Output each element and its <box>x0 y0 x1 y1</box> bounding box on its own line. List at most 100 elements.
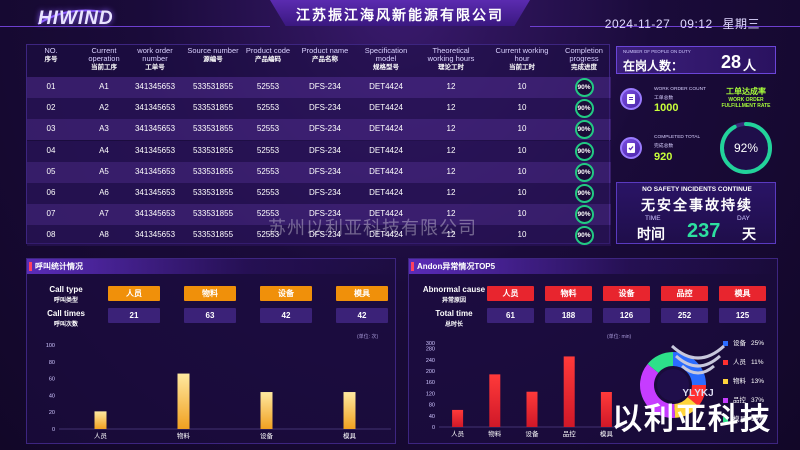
progress-badge: 90% <box>574 78 594 97</box>
table-row[interactable]: 03 A3 341345653 533531855 52553 DFS-234 DET442… <box>27 119 611 141</box>
progress-badge: 90% <box>574 205 594 225</box>
column-header-en: work order number <box>137 46 173 63</box>
table-cell: 04 <box>46 145 56 155</box>
call-type-en: Call type <box>49 285 83 294</box>
table-cell: 52553 <box>256 124 280 134</box>
x-tick-label: 设备 <box>526 429 540 438</box>
progress-badge: 90% <box>574 226 594 246</box>
x-tick-label: 人员 <box>94 432 108 440</box>
column-header-en: Product code <box>245 46 291 55</box>
table-cell: A2 <box>99 103 109 113</box>
bar <box>94 411 107 429</box>
bar <box>177 373 190 429</box>
count-box: 188 <box>545 308 592 323</box>
call-times-zh: 呼叫次数 <box>53 322 78 328</box>
column-header-zh: 完成进度 <box>571 64 597 71</box>
table-cell: 341345653 <box>134 145 176 155</box>
table-cell: 10 <box>517 124 527 134</box>
count-box: 42 <box>260 308 312 323</box>
category-tag: 人员 <box>108 286 160 301</box>
y-tick-label: 80 <box>429 403 435 409</box>
column-header-zh: 当前工时 <box>509 64 535 71</box>
column-header-en: Current working hour <box>495 46 549 63</box>
table-cell: A3 <box>99 124 109 134</box>
table-cell: A6 <box>99 188 109 197</box>
category-tag: 物料 <box>184 286 236 301</box>
column-header-zh: 序号 <box>44 56 58 63</box>
column-header: Source number 源编号 <box>185 47 241 64</box>
table-cell: DET4424 <box>369 166 403 176</box>
table-cell: 02 <box>46 103 56 113</box>
column-header-zh: 产品编码 <box>255 56 281 63</box>
rate-en: WORK ORDER FULFILLMENT RATE <box>721 97 771 109</box>
safe-days-value: 237 <box>687 220 721 242</box>
safety-en: NO SAFETY INCIDENTS CONTINUE <box>642 186 752 193</box>
table-cell: 533531855 <box>192 166 234 176</box>
table-row[interactable]: 02 A2 341345653 533531855 52553 DFS-234 DET442… <box>27 98 611 120</box>
x-tick-label: 模具 <box>343 431 357 440</box>
ylykj-logo: YLYKJ <box>670 344 726 399</box>
legend-label: 设备 <box>733 340 746 347</box>
legend-label: 人员 <box>733 359 746 366</box>
table-row[interactable]: 04 A4 341345653 533531855 52553 DFS-234 DET442… <box>27 140 611 162</box>
table-cell: 10 <box>517 230 527 240</box>
column-header: Specification model 规格型号 <box>357 47 415 72</box>
table-cell: 533531855 <box>192 82 234 91</box>
y-tick-label: 80 <box>49 360 55 366</box>
table-cell: 533531855 <box>192 188 234 197</box>
y-tick-label: 40 <box>429 414 435 420</box>
table-cell: 341345653 <box>134 230 176 240</box>
legend-percent: 13% <box>751 378 765 385</box>
table-cell: 12 <box>446 124 456 134</box>
column-header: work order number 工单号 <box>127 47 183 72</box>
category-tag: 模具 <box>719 286 766 301</box>
table-cell: 12 <box>446 145 456 155</box>
watermark: 苏州以利亚科技有限公司 <box>268 218 477 238</box>
andon-bar-chart: 04080120160200240280300人员 物料 设备 品控 模具 <box>426 341 625 438</box>
count-box: 61 <box>487 308 534 323</box>
table-row[interactable]: 05 A5 341345653 533531855 52553 DFS-234 DET442… <box>27 161 611 183</box>
call-panel-title: 呼叫统计情况 <box>35 262 83 271</box>
y-tick-label: 100 <box>46 343 55 349</box>
table-cell: 52553 <box>256 166 280 176</box>
table-cell: DET4424 <box>369 188 403 197</box>
y-tick-label: 280 <box>426 347 435 353</box>
date: 2024-11-27 <box>604 17 671 31</box>
table-cell: 533531855 <box>192 103 234 113</box>
table-cell: A7 <box>99 209 109 219</box>
call-stats-panel: 呼叫统计情况 Call type 呼叫类型 Call times 呼叫次数 人员… <box>26 258 396 444</box>
table-cell: DET4424 <box>369 124 403 134</box>
table-row[interactable]: 01 A1 341345653 533531855 52553 DFS-234 DET442… <box>27 77 611 98</box>
completed-zh: 完成总数 <box>654 144 674 149</box>
table-cell: A5 <box>99 166 109 176</box>
table-cell: DFS-234 <box>308 124 341 134</box>
checklist-icon <box>620 137 642 159</box>
legend-percent: 25% <box>751 340 765 347</box>
bar <box>600 392 612 427</box>
bar <box>452 409 464 427</box>
column-header: Product name 产品名称 <box>297 47 353 64</box>
table-cell: 52553 <box>256 82 280 91</box>
progress-badge: 90% <box>574 99 594 119</box>
document-icon <box>620 88 642 110</box>
count-box: 126 <box>603 308 650 323</box>
table-cell: 12 <box>446 166 456 176</box>
on-duty-label: 在岗人数： <box>623 59 684 73</box>
column-header-en: NO. <box>44 46 58 55</box>
call-times-en: Call times <box>47 309 85 318</box>
category-tag: 模具 <box>336 286 388 301</box>
table-cell: 341345653 <box>134 166 176 176</box>
safety-zh: 无安全事故持续 <box>641 197 753 213</box>
bar <box>343 392 356 429</box>
y-tick-label: 240 <box>426 358 435 364</box>
table-cell: 12 <box>446 103 456 113</box>
rate-value: 92% <box>734 141 758 155</box>
time-zh: 时间 <box>637 226 665 242</box>
y-tick-label: 300 <box>426 341 435 347</box>
table-row[interactable]: 06 A6 341345653 533531855 52553 DFS-234 DET442… <box>27 183 611 204</box>
column-header: Product code 产品编码 <box>243 47 293 64</box>
y-tick-label: 20 <box>49 410 55 416</box>
weekday: 星期三 <box>722 17 760 31</box>
y-tick-label: 160 <box>426 380 435 386</box>
table-cell: 01 <box>46 82 56 91</box>
